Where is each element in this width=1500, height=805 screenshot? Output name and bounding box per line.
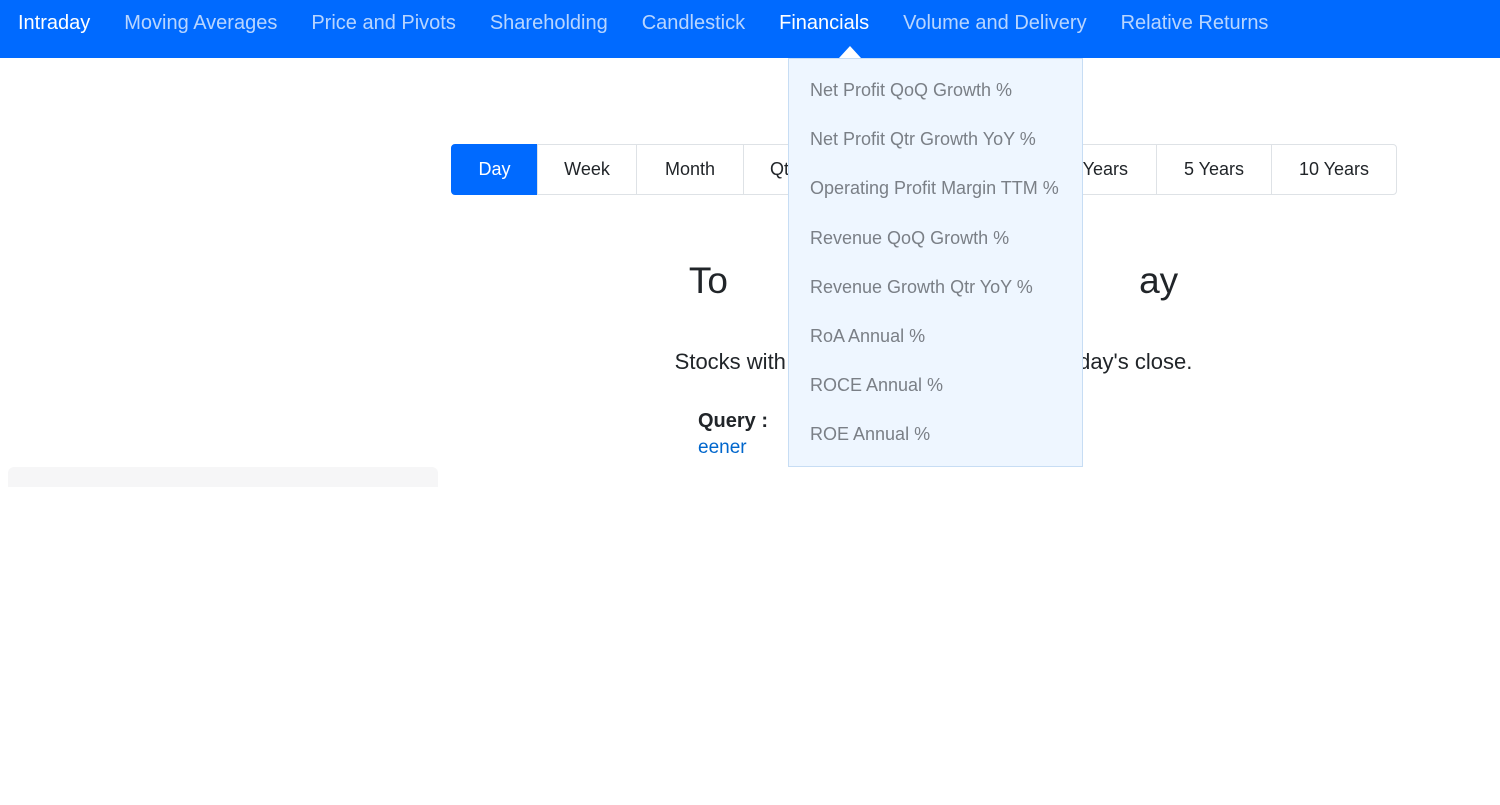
sidebar-card xyxy=(8,467,438,487)
screener-link[interactable]: eener xyxy=(698,437,747,458)
menu-item-operating-profit-margin-ttm[interactable]: Operating Profit Margin TTM % xyxy=(789,164,1082,213)
menu-item-net-profit-qtr-growth-yoy[interactable]: Net Profit Qtr Growth YoY % xyxy=(789,115,1082,164)
nav-item-financials[interactable]: Financials xyxy=(762,0,886,35)
query-label: Query : xyxy=(698,410,769,432)
top-navbar: Intraday Moving Averages Price and Pivot… xyxy=(0,0,1500,58)
nav-item-relative-returns[interactable]: Relative Returns xyxy=(1104,0,1286,35)
menu-item-roa-annual[interactable]: RoA Annual % xyxy=(789,312,1082,361)
period-week-button[interactable]: Week xyxy=(537,144,637,195)
dropdown-caret-icon xyxy=(839,46,861,58)
financials-dropdown-menu: Net Profit QoQ Growth % Net Profit Qtr G… xyxy=(788,58,1083,467)
period-10-years-button[interactable]: 10 Years xyxy=(1271,144,1397,195)
nav-item-shareholding[interactable]: Shareholding xyxy=(473,0,625,35)
period-day-button[interactable]: Day xyxy=(451,144,538,195)
menu-item-revenue-qoq-growth[interactable]: Revenue QoQ Growth % xyxy=(789,214,1082,263)
menu-item-revenue-growth-qtr-yoy[interactable]: Revenue Growth Qtr YoY % xyxy=(789,263,1082,312)
nav-item-price-and-pivots[interactable]: Price and Pivots xyxy=(294,0,473,35)
menu-item-roce-annual[interactable]: ROCE Annual % xyxy=(789,361,1082,410)
menu-item-net-profit-qoq-growth[interactable]: Net Profit QoQ Growth % xyxy=(789,66,1082,115)
nav-item-intraday[interactable]: Intraday xyxy=(1,0,107,35)
period-5-years-button[interactable]: 5 Years xyxy=(1156,144,1272,195)
nav-item-moving-averages[interactable]: Moving Averages xyxy=(107,0,294,35)
period-month-button[interactable]: Month xyxy=(636,144,744,195)
menu-item-roe-annual[interactable]: ROE Annual % xyxy=(789,410,1082,459)
nav-item-candlestick[interactable]: Candlestick xyxy=(625,0,762,35)
nav-item-volume-and-delivery[interactable]: Volume and Delivery xyxy=(886,0,1103,35)
